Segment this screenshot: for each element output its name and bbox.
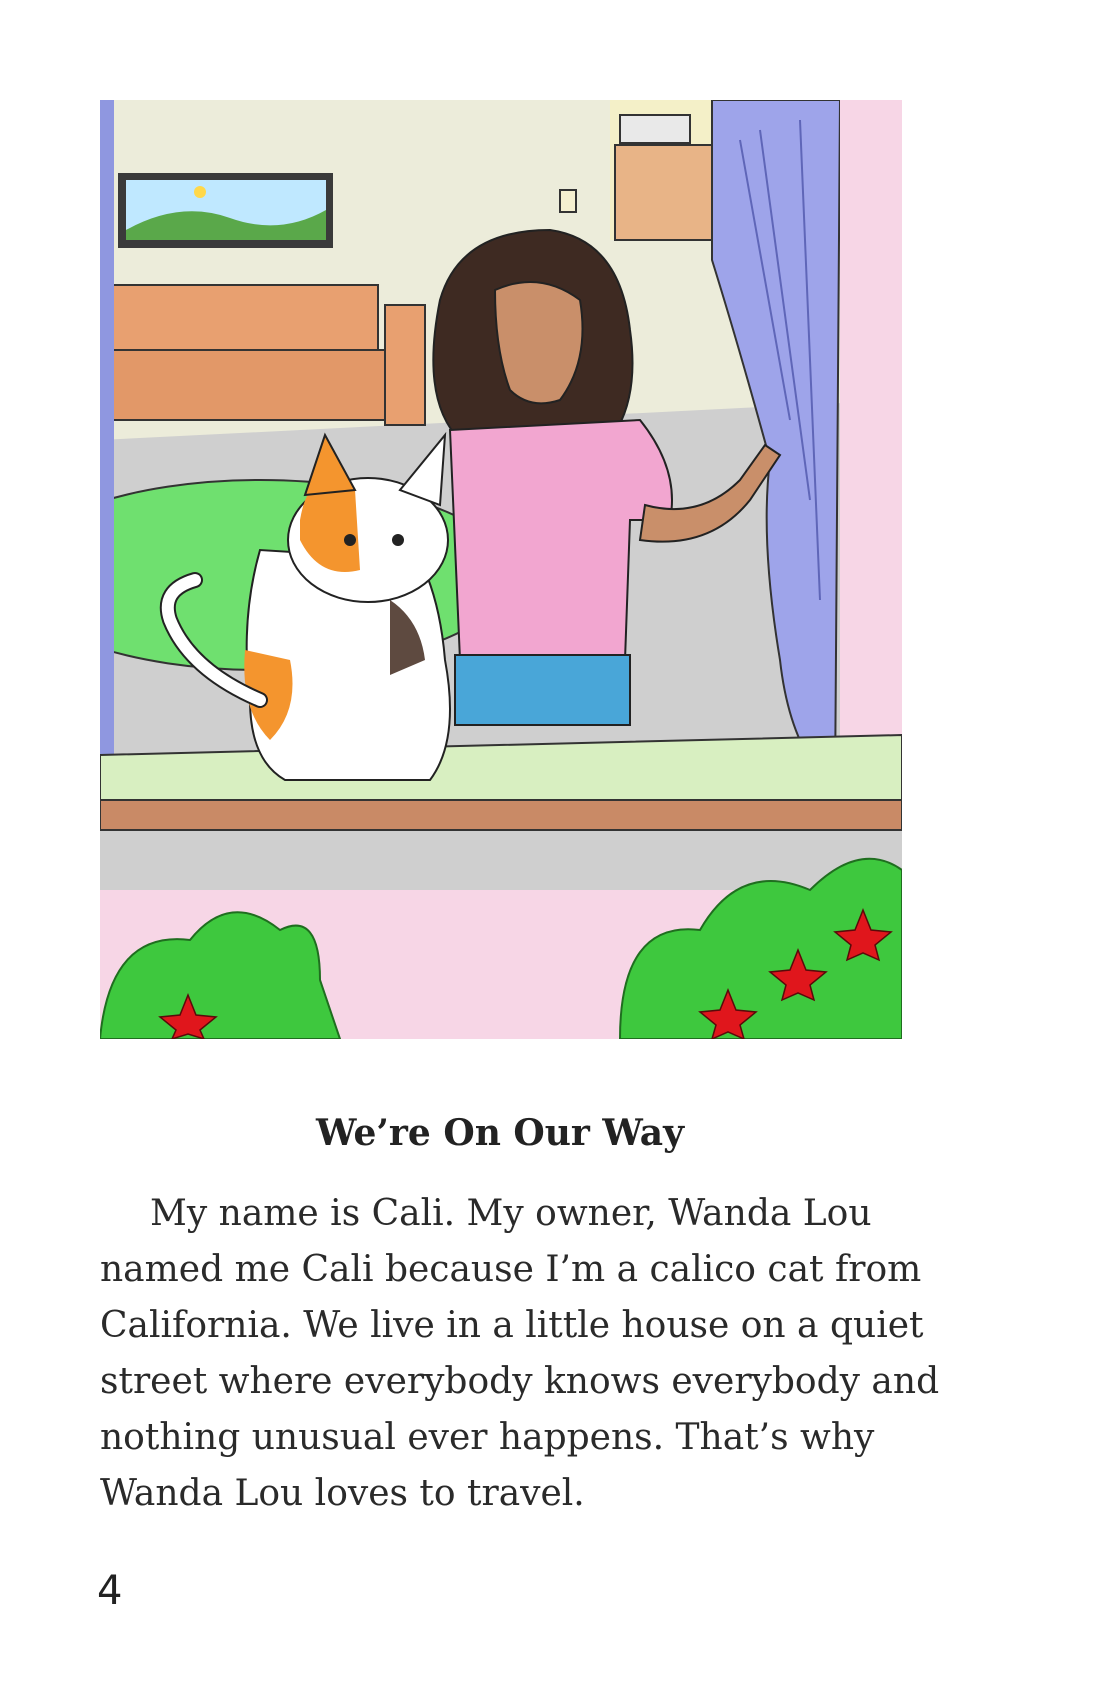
page-number: 4	[97, 1568, 123, 1614]
story-line: My name is Cali. My owner, Wanda Lou	[150, 1193, 872, 1234]
story-line: nothing unusual ever happens. That’s why	[100, 1417, 875, 1458]
story-illustration	[100, 100, 902, 1039]
story-title: We’re On Our Way	[316, 1112, 684, 1154]
story-line: California. We live in a little house on…	[100, 1305, 924, 1346]
story-paragraph: My name is Cali. My owner, Wanda Lou nam…	[100, 1186, 940, 1522]
girl-and-calico-cat-illustration-icon	[100, 100, 902, 1039]
story-line: Wanda Lou loves to travel.	[100, 1473, 585, 1514]
story-line: named me Cali because I’m a calico cat f…	[100, 1249, 922, 1290]
story-line: street where everybody knows everybody a…	[100, 1361, 940, 1402]
